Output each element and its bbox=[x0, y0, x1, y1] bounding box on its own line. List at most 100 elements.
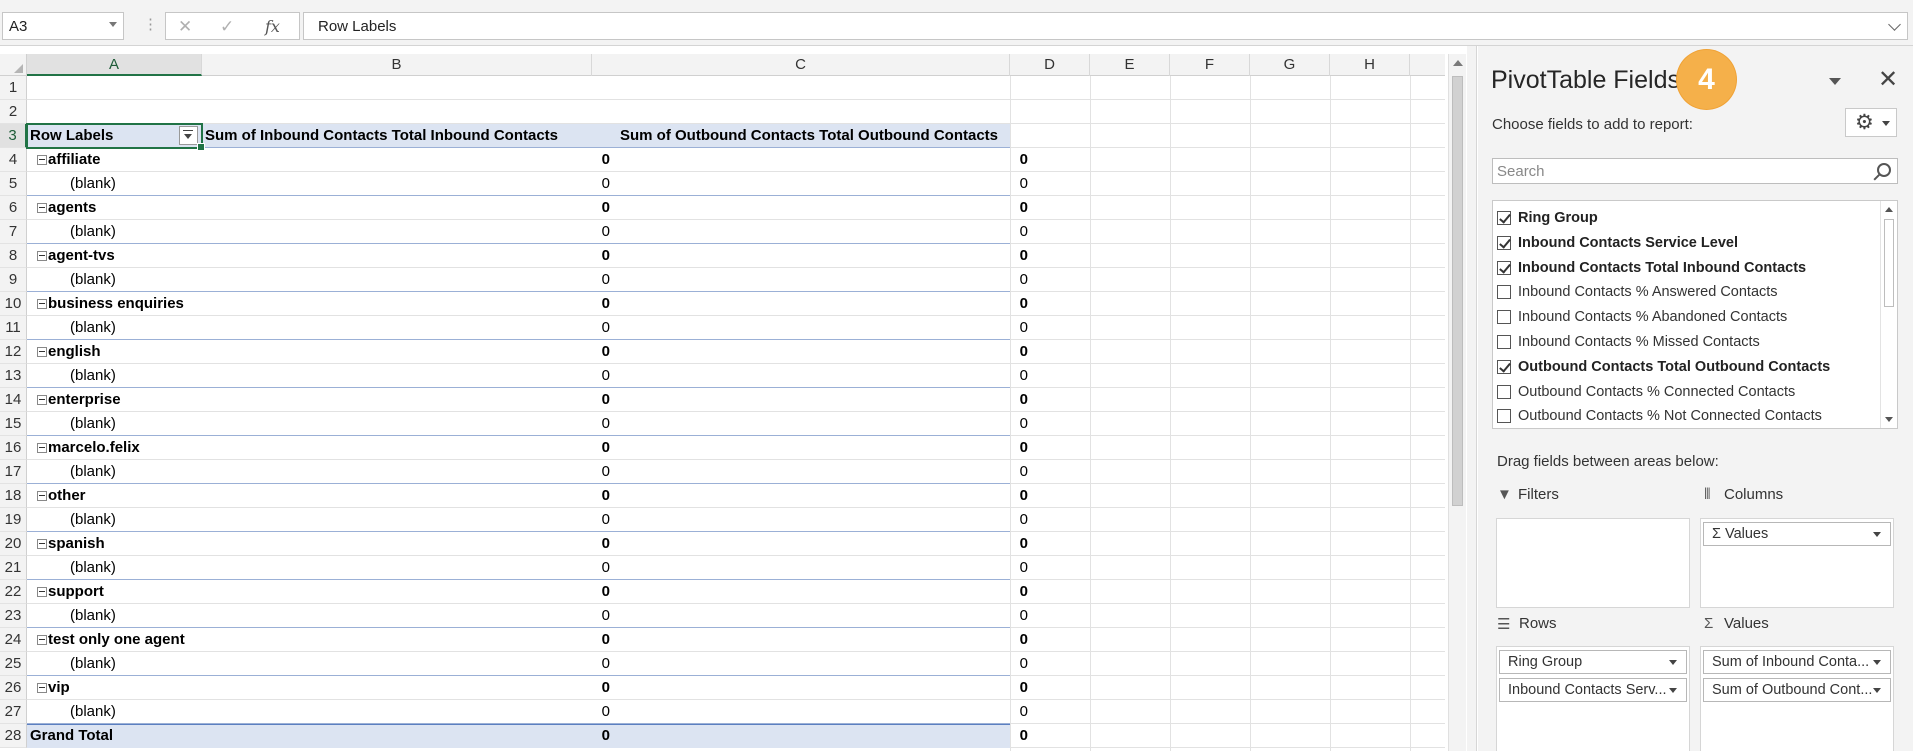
rows-chip-service-level[interactable]: Inbound Contacts Serv... bbox=[1499, 678, 1687, 702]
cell-b8[interactable]: 0 bbox=[202, 244, 616, 268]
collapse-icon[interactable] bbox=[37, 683, 47, 693]
cell-b2[interactable] bbox=[202, 100, 616, 124]
cell-b7[interactable]: 0 bbox=[202, 220, 616, 244]
values-drop-area[interactable]: Sum of Inbound Conta... Sum of Outbound … bbox=[1700, 646, 1894, 751]
cell-b24[interactable]: 0 bbox=[202, 628, 616, 652]
cell-b1[interactable] bbox=[202, 76, 616, 100]
collapse-icon[interactable] bbox=[37, 155, 47, 165]
collapse-icon[interactable] bbox=[37, 635, 47, 645]
row-header-2[interactable]: 2 bbox=[0, 100, 27, 124]
columns-drop-area[interactable]: Σ Values bbox=[1700, 518, 1894, 608]
row-header-3[interactable]: 3 bbox=[0, 124, 27, 148]
sheet-vertical-scrollbar[interactable] bbox=[1448, 54, 1466, 751]
column-header-f[interactable]: F bbox=[1170, 54, 1250, 76]
checkbox-checked-icon[interactable] bbox=[1497, 235, 1511, 250]
cell-b5[interactable]: 0 bbox=[202, 172, 616, 196]
cell-a13[interactable]: (blank) bbox=[30, 364, 202, 388]
cell-a17[interactable]: (blank) bbox=[30, 460, 202, 484]
collapse-icon[interactable] bbox=[37, 203, 47, 213]
row-header-1[interactable]: 1 bbox=[0, 76, 27, 100]
cell-a4[interactable]: affiliate bbox=[30, 148, 202, 172]
rows-drop-area[interactable]: Ring Group Inbound Contacts Serv... bbox=[1496, 646, 1690, 751]
row-header-6[interactable]: 6 bbox=[0, 196, 27, 220]
column-header-a[interactable]: A bbox=[27, 54, 202, 76]
cell-a25[interactable]: (blank) bbox=[30, 652, 202, 676]
row-header-20[interactable]: 20 bbox=[0, 532, 27, 556]
checkbox-icon[interactable] bbox=[1497, 310, 1511, 325]
cell-b13[interactable]: 0 bbox=[202, 364, 616, 388]
cell-a22[interactable]: support bbox=[30, 580, 202, 604]
cell-b27[interactable]: 0 bbox=[202, 700, 616, 724]
cell-c16[interactable]: 0 bbox=[617, 436, 1034, 460]
chevron-down-icon[interactable] bbox=[1873, 688, 1881, 693]
cell-c18[interactable]: 0 bbox=[617, 484, 1034, 508]
cell-c15[interactable]: 0 bbox=[617, 412, 1034, 436]
insert-function-icon[interactable]: fx bbox=[265, 17, 280, 36]
cell-a27[interactable]: (blank) bbox=[30, 700, 202, 724]
collapse-icon[interactable] bbox=[37, 587, 47, 597]
row-header-13[interactable]: 13 bbox=[0, 364, 27, 388]
cell-b25[interactable]: 0 bbox=[202, 652, 616, 676]
cell-c19[interactable]: 0 bbox=[617, 508, 1034, 532]
row-header-17[interactable]: 17 bbox=[0, 460, 27, 484]
row-header-5[interactable]: 5 bbox=[0, 172, 27, 196]
column-header-b[interactable]: B bbox=[202, 54, 592, 76]
tools-button[interactable]: ⚙ bbox=[1845, 108, 1897, 137]
row-header-22[interactable]: 22 bbox=[0, 580, 27, 604]
values-chip-outbound[interactable]: Sum of Outbound Cont... bbox=[1703, 678, 1891, 702]
collapse-icon[interactable] bbox=[37, 347, 47, 357]
cell-c6[interactable]: 0 bbox=[617, 196, 1034, 220]
scroll-up-icon[interactable] bbox=[1453, 60, 1463, 66]
cell-a2[interactable] bbox=[30, 100, 202, 124]
cell-a5[interactable]: (blank) bbox=[30, 172, 202, 196]
row-header-21[interactable]: 21 bbox=[0, 556, 27, 580]
column-header-g[interactable]: G bbox=[1250, 54, 1330, 76]
pane-options-chevron-icon[interactable] bbox=[1829, 78, 1841, 85]
cell-c27[interactable]: 0 bbox=[617, 700, 1034, 724]
cell-a6[interactable]: agents bbox=[30, 196, 202, 220]
collapse-icon[interactable] bbox=[37, 491, 47, 501]
chevron-down-icon[interactable] bbox=[1669, 688, 1677, 693]
checkbox-checked-icon[interactable] bbox=[1497, 359, 1511, 374]
values-chip-inbound[interactable]: Sum of Inbound Conta... bbox=[1703, 650, 1891, 674]
row-header-27[interactable]: 27 bbox=[0, 700, 27, 724]
cell-a18[interactable]: other bbox=[30, 484, 202, 508]
cell-c24[interactable]: 0 bbox=[617, 628, 1034, 652]
cell-c8[interactable]: 0 bbox=[617, 244, 1034, 268]
row-header-25[interactable]: 25 bbox=[0, 652, 27, 676]
cell-c7[interactable]: 0 bbox=[617, 220, 1034, 244]
cell-b23[interactable]: 0 bbox=[202, 604, 616, 628]
row-header-19[interactable]: 19 bbox=[0, 508, 27, 532]
rows-chip-ring-group[interactable]: Ring Group bbox=[1499, 650, 1687, 674]
checkbox-checked-icon[interactable] bbox=[1497, 211, 1511, 225]
chevron-down-icon[interactable] bbox=[1873, 660, 1881, 665]
cell-a19[interactable]: (blank) bbox=[30, 508, 202, 532]
column-header-d[interactable]: D bbox=[1010, 54, 1090, 76]
cell-c13[interactable]: 0 bbox=[617, 364, 1034, 388]
cell-a12[interactable]: english bbox=[30, 340, 202, 364]
cell-c23[interactable]: 0 bbox=[617, 604, 1034, 628]
cell-a21[interactable]: (blank) bbox=[30, 556, 202, 580]
cell-a15[interactable]: (blank) bbox=[30, 412, 202, 436]
cell-b28[interactable]: 0 bbox=[202, 724, 616, 748]
collapse-icon[interactable] bbox=[37, 251, 47, 261]
cell-b6[interactable]: 0 bbox=[202, 196, 616, 220]
row-header-9[interactable]: 9 bbox=[0, 268, 27, 292]
row-header-15[interactable]: 15 bbox=[0, 412, 27, 436]
cell-b22[interactable]: 0 bbox=[202, 580, 616, 604]
row-header-26[interactable]: 26 bbox=[0, 676, 27, 700]
row-header-12[interactable]: 12 bbox=[0, 340, 27, 364]
cell-c20[interactable]: 0 bbox=[617, 532, 1034, 556]
cell-b15[interactable]: 0 bbox=[202, 412, 616, 436]
cell-a14[interactable]: enterprise bbox=[30, 388, 202, 412]
cell-b19[interactable]: 0 bbox=[202, 508, 616, 532]
cell-c26[interactable]: 0 bbox=[617, 676, 1034, 700]
cell-b26[interactable]: 0 bbox=[202, 676, 616, 700]
column-header-h[interactable]: H bbox=[1330, 54, 1410, 76]
cell-b16[interactable]: 0 bbox=[202, 436, 616, 460]
cell-c1[interactable] bbox=[617, 76, 1034, 100]
cell-c14[interactable]: 0 bbox=[617, 388, 1034, 412]
cell-a28[interactable]: Grand Total bbox=[30, 724, 202, 748]
checkbox-icon[interactable] bbox=[1497, 384, 1511, 399]
close-icon[interactable]: ✕ bbox=[1878, 65, 1898, 94]
